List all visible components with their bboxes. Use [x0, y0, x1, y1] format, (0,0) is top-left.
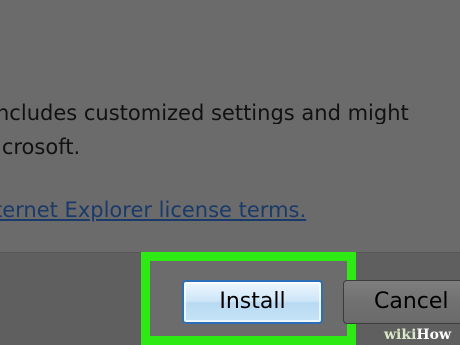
watermark-part-wiki: wiki: [384, 327, 417, 343]
install-button[interactable]: Install: [182, 280, 323, 324]
cancel-button[interactable]: Cancel: [343, 280, 460, 324]
wikihow-watermark-logo: wikiHow: [384, 325, 451, 345]
watermark-part-how: How: [416, 327, 452, 343]
license-terms-link[interactable]: ternet Explorer license terms.: [0, 200, 306, 221]
description-line-1: ncludes customized settings and might: [0, 103, 409, 124]
description-line-2: icrosoft.: [0, 137, 81, 158]
dialog-body: ncludes customized settings and might ic…: [0, 0, 460, 252]
